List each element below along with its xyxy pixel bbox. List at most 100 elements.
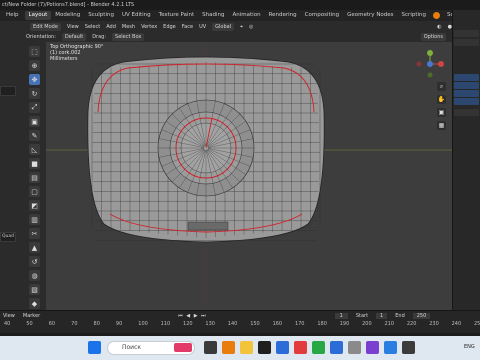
tab-compositing[interactable]: Compositing	[301, 11, 343, 20]
rotate-tool-icon[interactable]: ↻	[29, 88, 40, 99]
outliner-row-selected[interactable]	[454, 90, 479, 97]
blender-taskbar-icon[interactable]	[222, 341, 235, 354]
loop-cut-tool-icon[interactable]: ▥	[29, 214, 40, 225]
timeline-menu-marker[interactable]: Marker	[23, 313, 40, 319]
timeline-tick-label: 140	[227, 321, 238, 327]
snap-icon[interactable]: ⌖	[240, 24, 243, 30]
windows-start-icon[interactable]	[88, 341, 101, 354]
tab-layout[interactable]: Layout	[24, 11, 52, 20]
select-box-tool-icon[interactable]: ⬚	[29, 46, 40, 57]
transform-orientation-select[interactable]: Global	[212, 22, 235, 31]
zoom-icon[interactable]: ⌕	[437, 82, 446, 91]
overlay-icon[interactable]: ◐	[437, 24, 441, 30]
proportional-icon[interactable]: ◎	[249, 24, 253, 30]
mode-select[interactable]: Edit Mode	[30, 22, 61, 31]
drag-select[interactable]: Select Box	[112, 33, 145, 41]
task-view-icon[interactable]	[204, 341, 217, 354]
workspace-tabs-bar: Help Layout Modeling Sculpting UV Editin…	[0, 10, 480, 21]
options-button[interactable]: Options	[420, 33, 446, 41]
camera-icon[interactable]: ▣	[437, 108, 446, 117]
side-panel-quad[interactable]: Quad	[0, 232, 16, 242]
menu-face[interactable]: Face	[182, 24, 193, 30]
transform-tool-icon[interactable]: ▣	[29, 116, 40, 127]
tab-animation[interactable]: Animation	[229, 11, 265, 20]
timeline-tick-label: 150	[250, 321, 260, 327]
outliner-row-selected[interactable]	[454, 98, 479, 105]
end-frame-field[interactable]: 250	[412, 312, 431, 319]
outliner-row[interactable]	[454, 39, 479, 46]
bevel-tool-icon[interactable]: ◩	[29, 200, 40, 211]
tab-shading[interactable]: Shading	[198, 11, 228, 20]
vscode-icon[interactable]	[384, 341, 397, 354]
viewport-canvas[interactable]	[46, 42, 452, 310]
app-icon-dark[interactable]	[402, 341, 415, 354]
spin-tool-icon[interactable]: ↺	[29, 256, 40, 267]
timeline-header: View Marker ⏮ ◀ ▶ ⏭ 1 Start 1 End 250	[0, 311, 480, 320]
menu-select[interactable]: Select	[85, 24, 100, 30]
timeline-ruler[interactable]: 40 50 60 70 80 90 100 110 120 130 140 150 160 170 180 1…	[0, 321, 480, 329]
help-menu[interactable]: Help	[0, 11, 25, 20]
scale-tool-icon[interactable]: ⤢	[29, 102, 40, 113]
pan-hand-icon[interactable]: ✋	[437, 95, 446, 104]
extrude-tool-icon[interactable]: ▤	[29, 172, 40, 183]
menu-vertex[interactable]: Vertex	[141, 24, 157, 30]
annotate-tool-icon[interactable]: ✎	[29, 130, 40, 141]
outliner-row[interactable]	[454, 30, 479, 37]
x-axis-icon	[438, 61, 444, 67]
tab-modeling[interactable]: Modeling	[51, 11, 84, 20]
tab-uv-editing[interactable]: UV Editing	[118, 11, 155, 20]
menu-view[interactable]: View	[67, 24, 79, 30]
language-indicator[interactable]: ENG	[464, 344, 475, 350]
shrink-tool-icon[interactable]: ◆	[29, 298, 40, 309]
timeline-tick-label: 60	[48, 321, 56, 327]
navigation-gizmo[interactable]	[412, 50, 448, 78]
tab-texture-paint[interactable]: Texture Paint	[155, 11, 199, 20]
move-tool-icon[interactable]: ✥	[29, 74, 40, 85]
inset-tool-icon[interactable]: ▢	[29, 186, 40, 197]
outliner-panel[interactable]	[452, 10, 480, 310]
units-label: Millimeters	[50, 56, 78, 62]
tab-scripting[interactable]: Scripting	[398, 11, 430, 20]
timeline-menu-view[interactable]: View	[3, 313, 15, 319]
menu-add[interactable]: Add	[106, 24, 116, 30]
menu-uv[interactable]: UV	[199, 24, 206, 30]
timeline-tick-label: 210	[384, 321, 395, 327]
timeline-tick-label: 50	[26, 321, 33, 327]
ortho-grid-icon[interactable]: ▦	[437, 121, 446, 130]
app-icon-red[interactable]	[294, 341, 307, 354]
menu-mesh[interactable]: Mesh	[122, 24, 135, 30]
cursor-tool-icon[interactable]: ⊕	[29, 60, 40, 71]
orientation-select[interactable]: Default	[61, 33, 87, 41]
file-explorer-icon[interactable]	[240, 341, 253, 354]
smooth-tool-icon[interactable]: ◍	[29, 270, 40, 281]
start-frame-field[interactable]: 1	[376, 312, 388, 319]
side-panel-field[interactable]	[0, 86, 16, 96]
pycharm-icon[interactable]	[258, 341, 271, 354]
app-icon-blue[interactable]	[330, 341, 343, 354]
visual-studio-icon[interactable]	[366, 341, 379, 354]
timeline-tick-label: 70	[71, 321, 78, 327]
tab-geometry-nodes[interactable]: Geometry Nodes	[343, 11, 397, 20]
timeline-tick-label: 100	[138, 321, 148, 327]
current-frame-field[interactable]: 1	[334, 312, 348, 319]
timeline-tick-label: 180	[317, 321, 327, 327]
window-title-bar: ct/New Folder (7)/Potions7.blend] - Blen…	[0, 0, 480, 10]
outliner-row-selected[interactable]	[454, 82, 479, 89]
add-cube-tool-icon[interactable]: ■	[29, 158, 40, 169]
3d-viewport[interactable]	[46, 42, 452, 310]
viewport-info: Top Orthographic 90° (1) cork.002 Millim…	[50, 44, 103, 62]
measure-tool-icon[interactable]: ◺	[29, 144, 40, 155]
tab-sculpting[interactable]: Sculpting	[84, 11, 118, 20]
edge-slide-tool-icon[interactable]: ▧	[29, 284, 40, 295]
knife-tool-icon[interactable]: ✂	[29, 228, 40, 239]
outliner-row-selected[interactable]	[454, 74, 479, 81]
tab-rendering[interactable]: Rendering	[265, 11, 301, 20]
app-icon-gray[interactable]	[348, 341, 361, 354]
poly-build-tool-icon[interactable]: ▲	[29, 242, 40, 253]
playback-controls[interactable]: ⏮ ◀ ▶ ⏭	[178, 313, 206, 319]
whatsapp-icon[interactable]	[312, 341, 325, 354]
app-icon[interactable]	[276, 341, 289, 354]
menu-edge[interactable]: Edge	[163, 24, 176, 30]
outliner-row[interactable]	[454, 109, 479, 116]
left-toolbar: Quad ⬚ ⊕ ✥ ↻ ⤢ ▣ ✎ ◺ ■ ▤ ▢ ◩ ▥ ✂ ▲ ↺ ◍ ▧…	[0, 42, 46, 310]
